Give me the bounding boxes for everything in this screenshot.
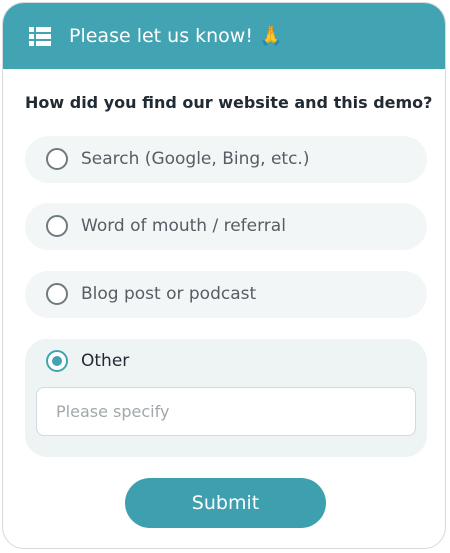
option-label: Other bbox=[81, 351, 130, 371]
survey-card: Please let us know! 🙏 How did you find o… bbox=[2, 2, 446, 549]
option-label: Search (Google, Bing, etc.) bbox=[81, 149, 310, 169]
radio-button[interactable] bbox=[46, 283, 68, 305]
list-icon bbox=[29, 27, 51, 46]
option-word-of-mouth[interactable]: Word of mouth / referral bbox=[25, 203, 427, 250]
option-other[interactable]: Other bbox=[25, 339, 427, 457]
option-search[interactable]: Search (Google, Bing, etc.) bbox=[25, 136, 427, 183]
submit-button[interactable]: Submit bbox=[125, 478, 326, 528]
survey-title: Please let us know! 🙏 bbox=[69, 25, 283, 47]
radio-button[interactable] bbox=[46, 215, 68, 237]
question-text: How did you find our website and this de… bbox=[25, 93, 433, 112]
survey-header: Please let us know! 🙏 bbox=[3, 3, 445, 69]
option-blog-post[interactable]: Blog post or podcast bbox=[25, 271, 427, 318]
radio-selected-dot bbox=[52, 356, 62, 366]
option-label: Word of mouth / referral bbox=[81, 216, 286, 236]
radio-button[interactable] bbox=[46, 148, 68, 170]
option-label: Blog post or podcast bbox=[81, 284, 257, 304]
specify-input[interactable] bbox=[36, 387, 416, 436]
radio-button-selected[interactable] bbox=[46, 350, 68, 372]
